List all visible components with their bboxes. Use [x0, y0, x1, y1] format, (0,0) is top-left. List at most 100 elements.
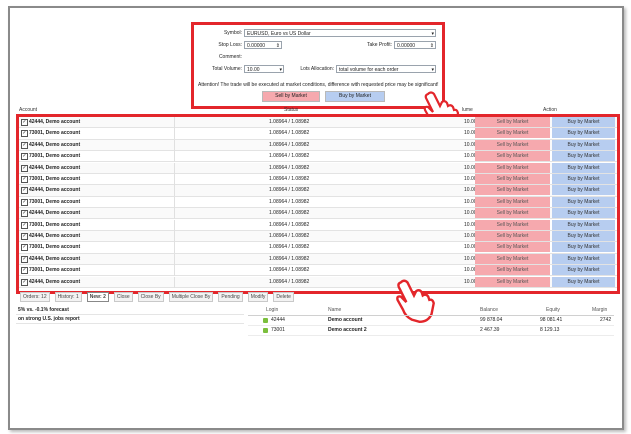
tab-orders-12[interactable]: Orders: 12	[20, 292, 50, 302]
table-row: ✓ 42444, Demo account 1.08964 / 1.08982 10.…	[19, 231, 617, 243]
row-sell-button[interactable]: Sell by Market	[475, 231, 550, 241]
row-checkbox[interactable]: ✓	[21, 233, 28, 240]
row-sell-button[interactable]: Sell by Market	[475, 185, 550, 196]
row-status: 1.08964 / 1.08982	[269, 141, 310, 148]
table-row: ✓ 73001, Demo account 1.08964 / 1.08982 10.…	[19, 196, 617, 208]
row-buy-button[interactable]: Buy by Market	[552, 276, 615, 287]
tab-close[interactable]: Close	[113, 292, 133, 302]
row-checkbox[interactable]: ✓	[21, 153, 28, 161]
row-checkbox[interactable]: ✓	[21, 244, 28, 252]
row-buy-button[interactable]: Buy by Market	[552, 231, 615, 241]
tab-history-1[interactable]: History: 1	[54, 292, 82, 302]
row-checkbox[interactable]: ✓	[21, 164, 28, 172]
column-action: Action	[543, 107, 557, 113]
row-checkbox[interactable]: ✓	[21, 176, 28, 183]
account-row[interactable]: 42444 Demo account 99 878.04 98 081.41 2…	[248, 316, 614, 326]
news-item[interactable]: on strong U.S. jobs report	[16, 315, 244, 324]
row-sell-button[interactable]: Sell by Market	[475, 196, 550, 207]
column-divider	[174, 185, 175, 197]
row-status: 1.08964 / 1.08982	[269, 221, 310, 228]
row-sell-button[interactable]: Sell by Market	[475, 174, 550, 184]
row-sell-button[interactable]: Sell by Market	[475, 219, 550, 230]
tab-modify[interactable]: Modify	[247, 292, 269, 302]
tab-new-2[interactable]: New: 2	[86, 292, 109, 302]
column-divider	[174, 231, 175, 242]
take-profit-input[interactable]: 0.00000 ⇕	[394, 41, 436, 49]
row-account: 42444, Demo account	[29, 255, 81, 262]
column-divider	[174, 174, 175, 185]
total-volume-select[interactable]: 10.00 ▾	[244, 65, 284, 73]
row-checkbox[interactable]: ✓	[21, 198, 28, 206]
row-sell-button[interactable]: Sell by Market	[475, 242, 550, 253]
row-buy-button[interactable]: Buy by Market	[552, 139, 615, 150]
column-account: Account	[19, 107, 38, 113]
row-account: 73001, Demo account	[29, 198, 81, 205]
row-checkbox[interactable]: ✓	[21, 141, 28, 149]
column-divider	[174, 162, 175, 174]
row-sell-button[interactable]: Sell by Market	[475, 151, 550, 162]
row-buy-button[interactable]: Buy by Market	[552, 219, 615, 230]
row-buy-button[interactable]: Buy by Market	[552, 253, 615, 264]
tab-close-by[interactable]: Close By	[137, 292, 164, 302]
row-checkbox[interactable]: ✓	[21, 187, 28, 195]
stepper-icon[interactable]: ⇕	[430, 42, 434, 50]
row-buy-button[interactable]: Buy by Market	[552, 242, 615, 253]
lots-allocation-select[interactable]: total volume for each order ▾	[336, 65, 436, 73]
row-sell-button[interactable]: Sell by Market	[475, 128, 550, 139]
row-checkbox[interactable]: ✓	[21, 278, 28, 286]
news-item[interactable]: 5% vs. -0.1% forecast	[16, 306, 244, 315]
row-buy-button[interactable]: Buy by Market	[552, 128, 615, 139]
row-buy-button[interactable]: Buy by Market	[552, 208, 615, 219]
buy-by-market-button[interactable]: Buy by Market	[325, 91, 385, 102]
row-buy-button[interactable]: Buy by Market	[552, 185, 615, 196]
bottom-toolbar: Orders: 12 History: 1 New: 2 Close Close By M…	[20, 292, 299, 303]
row-status: 1.08964 / 1.08982	[269, 255, 310, 262]
row-checkbox[interactable]: ✓	[21, 221, 28, 229]
stop-loss-value: 0.00000	[247, 43, 266, 49]
stop-loss-label: Stop Loss:	[218, 42, 242, 48]
row-sell-button[interactable]: Sell by Market	[475, 276, 550, 287]
row-checkbox[interactable]: ✓	[21, 267, 28, 275]
row-buy-button[interactable]: Buy by Market	[552, 117, 615, 127]
row-status: 1.08964 / 1.08982	[269, 267, 310, 274]
market-warning: Attention! The trade will be executed at…	[198, 82, 439, 88]
column-divider	[174, 117, 175, 128]
row-account: 73001, Demo account	[29, 153, 81, 160]
row-buy-button[interactable]: Buy by Market	[552, 174, 615, 184]
row-status: 1.08964 / 1.08982	[269, 130, 310, 137]
row-buy-button[interactable]: Buy by Market	[552, 162, 615, 173]
row-sell-button[interactable]: Sell by Market	[475, 162, 550, 173]
sell-by-market-button[interactable]: Sell by Market	[262, 91, 320, 102]
tab-multiple-close-by[interactable]: Multiple Close By	[168, 292, 214, 302]
stop-loss-input[interactable]: 0.00000 ⇕	[244, 41, 282, 49]
row-account: 42444, Demo account	[29, 164, 81, 171]
row-checkbox[interactable]: ✓	[21, 210, 28, 218]
row-buy-button[interactable]: Buy by Market	[552, 196, 615, 207]
row-checkbox[interactable]: ✓	[21, 255, 28, 263]
row-sell-button[interactable]: Sell by Market	[475, 117, 550, 127]
stepper-icon[interactable]: ⇕	[276, 42, 280, 50]
account-row[interactable]: 73001 Demo account 2 2 467.39 8 129.13	[248, 326, 614, 336]
table-row: ✓ 73001, Demo account 1.08964 / 1.08982 10.…	[19, 219, 617, 231]
row-sell-button[interactable]: Sell by Market	[475, 139, 550, 150]
row-status: 1.08964 / 1.08982	[269, 187, 310, 194]
column-divider	[174, 242, 175, 254]
row-buy-button[interactable]: Buy by Market	[552, 151, 615, 162]
row-checkbox[interactable]: ✓	[21, 130, 28, 138]
table-row: ✓ 42444, Demo account 1.08964 / 1.08982 10.…	[19, 139, 617, 151]
row-sell-button[interactable]: Sell by Market	[475, 253, 550, 264]
row-buy-button[interactable]: Buy by Market	[552, 265, 615, 276]
chevron-down-icon: ▾	[431, 31, 434, 37]
column-divider	[174, 253, 175, 265]
tab-pending[interactable]: Pending	[218, 292, 243, 302]
row-sell-button[interactable]: Sell by Market	[475, 208, 550, 219]
table-row: ✓ 42444, Demo account 1.08964 / 1.08982 10.…	[19, 162, 617, 174]
row-sell-button[interactable]: Sell by Market	[475, 265, 550, 276]
symbol-label: Symbol:	[223, 30, 242, 36]
accounts-summary: Login Name Balance Equity Margin 42444 D…	[248, 306, 614, 338]
column-divider	[174, 196, 175, 208]
table-row: ✓ 73001, Demo account 1.08964 / 1.08982 10.…	[19, 128, 617, 140]
symbol-select[interactable]: EURUSD, Euro vs US Dollar ▾	[244, 29, 436, 37]
tab-delete[interactable]: Delete	[273, 292, 294, 302]
row-checkbox[interactable]: ✓	[21, 119, 28, 126]
